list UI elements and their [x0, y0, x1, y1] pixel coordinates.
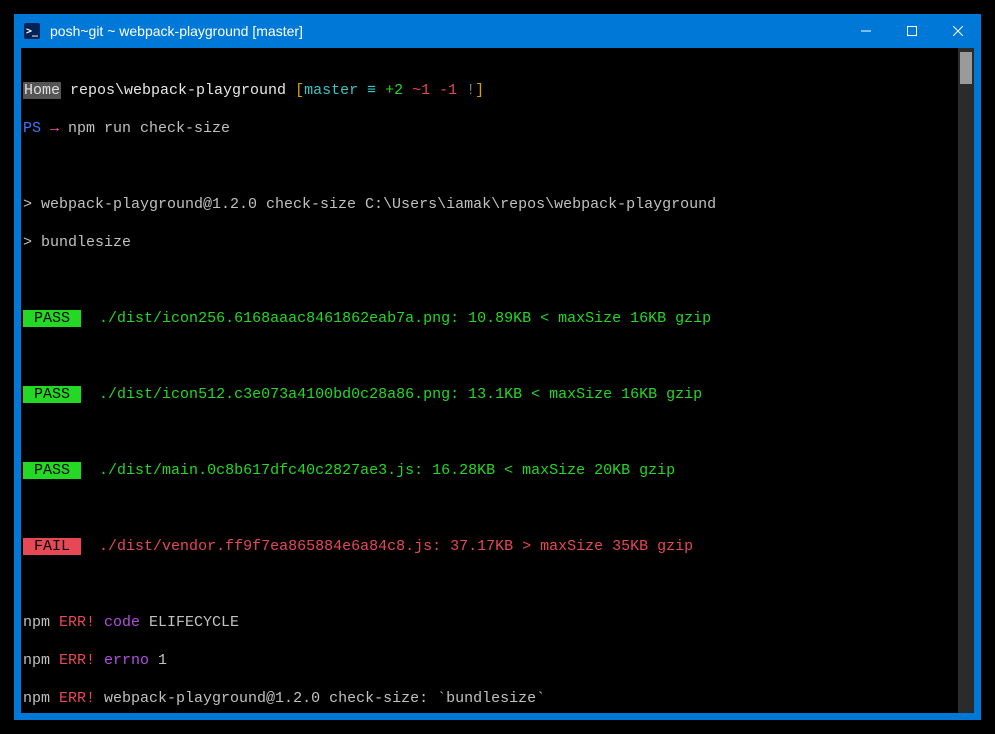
window-title: posh~git ~ webpack-playground [master] [50, 23, 843, 39]
err-code-val: ELIFECYCLE [140, 614, 239, 631]
ps-label: PS [23, 120, 41, 137]
check-text: ./dist/vendor.ff9f7ea865884e6a84c8.js: 3… [99, 538, 693, 555]
close-icon [953, 26, 963, 36]
branch-name: master [304, 82, 358, 99]
home-chip: Home [23, 82, 61, 99]
check-result: FAIL ./dist/vendor.ff9f7ea865884e6a84c8.… [23, 537, 956, 556]
equiv-symbol: ≡ [358, 82, 385, 99]
minimize-icon [861, 26, 871, 36]
command-line: PS → npm run check-size [23, 119, 956, 138]
errno-label: errno [95, 652, 149, 669]
window-controls [843, 14, 981, 48]
typed-command: npm run check-size [68, 120, 230, 137]
err-tag: ERR! [50, 690, 95, 707]
npm-err-line: npm ERR! webpack-playground@1.2.0 check-… [23, 689, 956, 708]
err-tag: ERR! [50, 652, 95, 669]
check-result: PASS ./dist/icon512.c3e073a4100bd0c28a86… [23, 385, 956, 404]
prompt-path: repos\webpack-playground [61, 82, 295, 99]
pass-badge: PASS [23, 462, 81, 479]
check-text: ./dist/main.0c8b617dfc40c2827ae3.js: 16.… [99, 462, 675, 479]
bracket-close: ] [475, 82, 484, 99]
maximize-icon [907, 26, 917, 36]
terminal[interactable]: Home repos\webpack-playground [master ≡ … [21, 48, 958, 713]
git-deleted: -1 [439, 82, 457, 99]
check-text: ./dist/icon512.c3e073a4100bd0c28a86.png:… [99, 386, 702, 403]
window: >_ posh~git ~ webpack-playground [master… [14, 14, 981, 720]
npm-err-line: npm ERR! errno 1 [23, 651, 956, 670]
err-code-label: code [95, 614, 140, 631]
check-result: PASS ./dist/main.0c8b617dfc40c2827ae3.js… [23, 461, 956, 480]
npm-banner-2: > bundlesize [23, 233, 956, 252]
titlebar[interactable]: >_ posh~git ~ webpack-playground [master… [14, 14, 981, 48]
terminal-viewport: Home repos\webpack-playground [master ≡ … [21, 48, 974, 713]
git-bang: ! [457, 82, 475, 99]
prompt-arrow: → [41, 120, 68, 137]
bracket-open: [ [295, 82, 304, 99]
pass-badge: PASS [23, 310, 81, 327]
scrollbar[interactable] [958, 48, 974, 713]
minimize-button[interactable] [843, 14, 889, 48]
err-tag: ERR! [50, 614, 95, 631]
powershell-icon: >_ [24, 23, 40, 39]
errno-val: 1 [149, 652, 167, 669]
fail-badge: FAIL [23, 538, 81, 555]
app-icon: >_ [14, 23, 50, 39]
git-modified: ~1 [403, 82, 439, 99]
pass-badge: PASS [23, 386, 81, 403]
check-text: ./dist/icon256.6168aaac8461862eab7a.png:… [99, 310, 711, 327]
npm-banner-1: > webpack-playground@1.2.0 check-size C:… [23, 195, 956, 214]
check-result: PASS ./dist/icon256.6168aaac8461862eab7a… [23, 309, 956, 328]
close-button[interactable] [935, 14, 981, 48]
maximize-button[interactable] [889, 14, 935, 48]
prompt-line: Home repos\webpack-playground [master ≡ … [23, 81, 956, 100]
npm-err-line: npm ERR! code ELIFECYCLE [23, 613, 956, 632]
scrollbar-thumb[interactable] [960, 52, 972, 84]
git-added: +2 [385, 82, 403, 99]
err-msg: webpack-playground@1.2.0 check-size: `bu… [95, 690, 545, 707]
